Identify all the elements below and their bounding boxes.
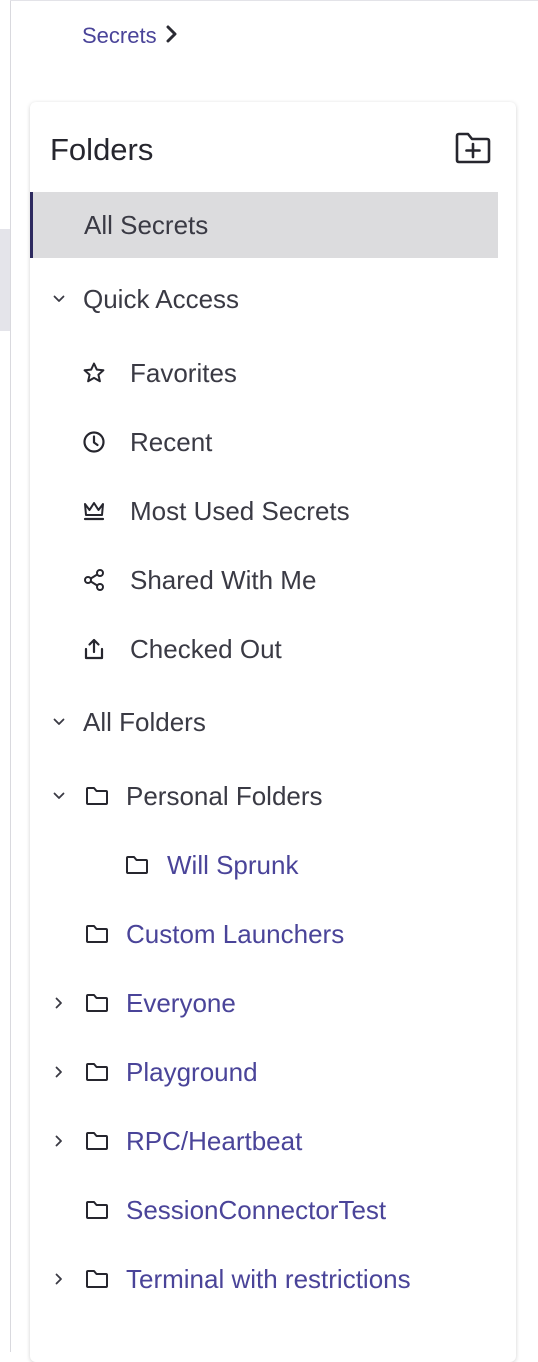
tree-item-rpc-heartbeat[interactable]: RPC/Heartbeat <box>30 1108 498 1174</box>
folder-icon <box>84 783 110 809</box>
tree-item-label: Terminal with restrictions <box>126 1263 411 1294</box>
chevron-right-icon[interactable] <box>50 1063 68 1081</box>
chevron-right-icon[interactable] <box>50 994 68 1012</box>
share-icon <box>81 567 107 593</box>
top-border <box>10 0 538 1</box>
tree-item-recent[interactable]: Recent <box>30 409 498 475</box>
tree-item-all-secrets[interactable]: All Secrets <box>30 192 498 258</box>
folders-panel: Folders All Secrets Quick Access Favorit… <box>30 102 516 1362</box>
tree-item-label: All Secrets <box>84 209 209 240</box>
new-folder-button[interactable] <box>453 128 493 168</box>
chevron-right-icon[interactable] <box>50 1132 68 1150</box>
folder-icon <box>84 1128 110 1154</box>
tree-item-label: Will Sprunk <box>167 849 299 880</box>
folder-icon <box>84 990 110 1016</box>
tree-item-checked-out[interactable]: Checked Out <box>30 616 498 682</box>
chevron-right-icon <box>165 23 179 49</box>
tree-item-quick-access[interactable]: Quick Access <box>30 266 498 332</box>
clock-icon <box>81 429 107 455</box>
tree-item-session-connector-test[interactable]: SessionConnectorTest <box>30 1177 498 1243</box>
tree-item-shared-with-me[interactable]: Shared With Me <box>30 547 498 613</box>
tree-item-favorites[interactable]: Favorites <box>30 340 498 406</box>
folder-icon <box>84 1266 110 1292</box>
folder-plus-icon <box>455 132 491 164</box>
tree-item-playground[interactable]: Playground <box>30 1039 498 1105</box>
tree-item-label: Custom Launchers <box>126 918 345 949</box>
star-icon <box>81 360 107 386</box>
tree-item-label: SessionConnectorTest <box>126 1194 387 1225</box>
tree-item-all-folders[interactable]: All Folders <box>30 689 498 755</box>
chevron-down-icon[interactable] <box>50 713 68 731</box>
tree-item-label: Checked Out <box>130 633 282 664</box>
tree-item-label: RPC/Heartbeat <box>126 1125 303 1156</box>
breadcrumb: Secrets <box>82 20 179 52</box>
tree-item-label: Recent <box>130 426 213 457</box>
tree-item-label: Quick Access <box>83 283 240 314</box>
breadcrumb-secrets-link[interactable]: Secrets <box>82 23 157 49</box>
tree-item-label: Everyone <box>126 987 236 1018</box>
tree-item-label: Personal Folders <box>126 780 323 811</box>
left-rail-highlight <box>0 229 10 331</box>
folder-icon <box>84 921 110 947</box>
tree-item-custom-launchers[interactable]: Custom Launchers <box>30 901 498 967</box>
tree-item-label: Playground <box>126 1056 258 1087</box>
folder-icon <box>124 852 150 878</box>
tree-item-terminal-with-restrictions[interactable]: Terminal with restrictions <box>30 1246 498 1312</box>
tree-item-label: Most Used Secrets <box>130 495 350 526</box>
tree-item-label: All Folders <box>83 706 206 737</box>
tree-item-most-used-secrets[interactable]: Most Used Secrets <box>30 478 498 544</box>
tree-item-everyone[interactable]: Everyone <box>30 970 498 1036</box>
chevron-down-icon[interactable] <box>50 290 68 308</box>
folder-icon <box>84 1197 110 1223</box>
folder-icon <box>84 1059 110 1085</box>
tree-item-label: Shared With Me <box>130 564 317 595</box>
panel-title: Folders <box>50 132 154 167</box>
crown-icon <box>81 498 107 524</box>
tree-item-will-sprunk[interactable]: Will Sprunk <box>30 832 498 898</box>
chevron-down-icon[interactable] <box>50 787 68 805</box>
chevron-right-icon[interactable] <box>50 1270 68 1288</box>
tree-item-label: Favorites <box>130 357 237 388</box>
upload-icon <box>81 636 107 662</box>
left-rail <box>0 0 11 1352</box>
tree-item-personal-folders[interactable]: Personal Folders <box>30 763 498 829</box>
app-frame: Secrets Folders All Secrets Quick Access <box>0 0 538 1362</box>
